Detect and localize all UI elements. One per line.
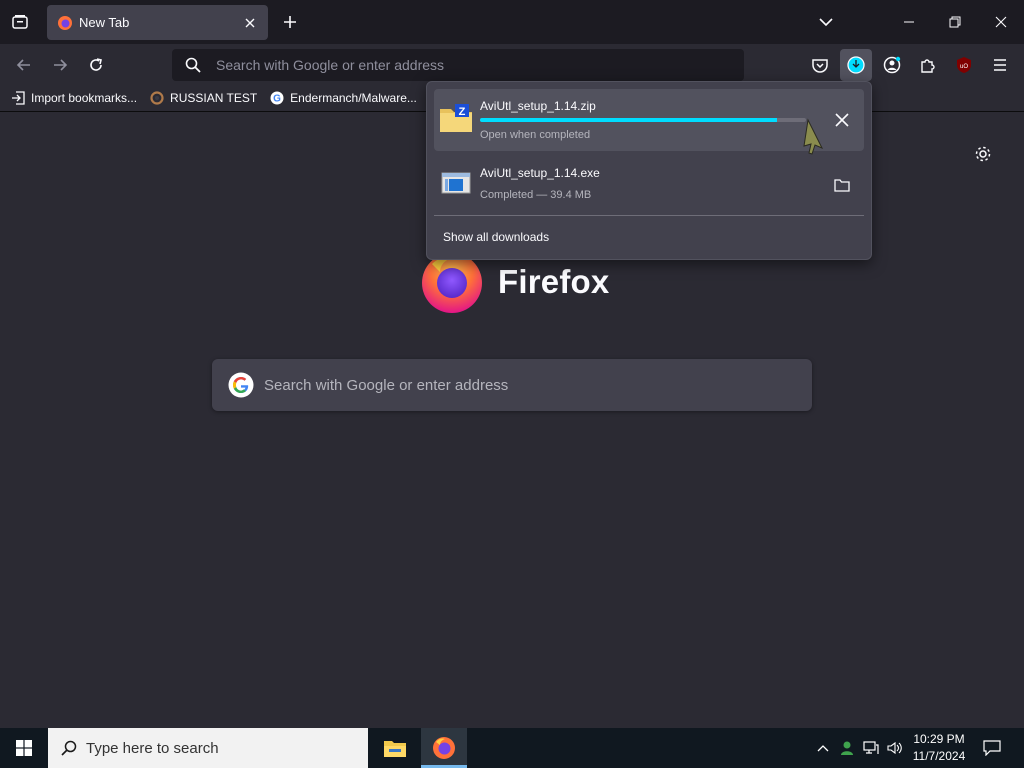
site-icon [149,90,165,106]
firefox-icon [433,737,455,759]
downloads-button[interactable] [840,49,872,81]
tray-people-button[interactable] [836,728,858,768]
reload-button[interactable] [81,50,111,80]
divider [434,215,864,216]
download-status: Open when completed [480,129,591,141]
account-icon [883,56,901,74]
firefox-wordmark: Firefox [498,263,610,300]
bookmark-label: RUSSIAN TEST [170,90,258,105]
puzzle-icon [921,59,935,73]
taskbar-clock[interactable]: 10:29 PM 11/7/2024 [908,731,970,765]
close-icon [835,113,849,127]
show-in-folder-button[interactable] [828,171,856,199]
tab-new-tab[interactable]: New Tab [47,5,268,40]
download-progress-bar [480,118,806,122]
back-button[interactable] [9,50,39,80]
bookmark-label: Import bookmarks... [31,90,138,105]
app-menu-button[interactable] [984,49,1016,81]
minimize-icon [904,21,914,23]
google-icon [228,372,254,398]
search-icon [61,740,77,756]
svg-text:G: G [273,93,281,104]
firefox-view-icon [12,15,28,29]
windows-logo-icon [16,740,32,756]
speaker-icon [887,741,902,755]
notification-icon [983,740,1001,756]
close-window-button[interactable] [978,0,1024,44]
new-tab-button[interactable] [276,8,304,36]
svg-text:uO: uO [960,64,968,70]
downloads-panel: Z AviUtl_setup_1.14.zip Open when comple… [426,81,872,260]
taskbar-search-box[interactable] [48,728,368,768]
address-bar[interactable] [172,49,744,81]
firefox-view-button[interactable] [6,8,34,36]
notifications-button[interactable] [978,728,1006,768]
bookmark-russian-test[interactable]: RUSSIAN TEST [149,90,257,106]
firefox-taskbar-button[interactable] [421,728,467,768]
zip-archive-icon: Z [440,104,472,132]
folder-icon [834,179,850,192]
reload-icon [90,58,102,71]
gear-icon [975,146,991,162]
user-agent-icon [841,741,853,755]
network-icon [863,741,879,754]
download-filename: AviUtl_setup_1.14.exe [480,166,600,180]
close-icon [245,18,255,27]
newtab-search-box[interactable] [212,359,812,411]
clock-time: 10:29 PM [913,732,965,746]
search-icon [185,57,201,73]
newtab-search-input[interactable] [264,376,784,394]
download-status: Completed — 39.4 MB [480,189,592,201]
chevron-down-icon [819,18,833,27]
taskbar-search-input[interactable] [86,739,356,757]
download-item-exe[interactable]: AviUtl_setup_1.14.exe Completed — 39.4 M… [434,154,864,216]
file-explorer-taskbar-button[interactable] [372,728,418,768]
show-all-downloads-link[interactable]: Show all downloads [443,230,549,244]
installer-icon [441,172,471,194]
arrow-right-icon [54,59,68,71]
bookmark-label: Endermanch/Malware... [290,90,417,105]
arrow-left-icon [16,59,30,71]
minimize-button[interactable] [886,0,932,44]
customize-newtab-button[interactable] [970,141,996,167]
show-hidden-icons-button[interactable] [812,728,834,768]
close-icon [995,16,1007,28]
folder-icon [384,741,406,757]
plus-icon [284,16,296,28]
restore-button[interactable] [932,0,978,44]
cancel-download-button[interactable] [828,106,856,134]
volume-button[interactable] [884,728,906,768]
ublock-shield-icon: uO [957,57,971,73]
bookmark-endermanch[interactable]: G Endermanch/Malware... [269,90,417,106]
pocket-icon [812,59,828,73]
download-progress-fill [480,118,777,122]
tab-close-button[interactable] [238,11,262,35]
extensions-button[interactable] [912,49,944,81]
tab-strip: New Tab [0,0,1024,44]
start-button[interactable] [0,728,48,768]
windows-taskbar: 10:29 PM 11/7/2024 [0,728,1024,768]
firefox-favicon-icon [58,15,72,30]
svg-text:Z: Z [459,106,466,118]
bookmark-import[interactable]: Import bookmarks... [10,90,137,106]
pocket-button[interactable] [804,49,836,81]
google-icon: G [269,90,285,106]
address-input[interactable] [216,57,716,73]
list-all-tabs-button[interactable] [812,8,840,36]
restore-icon [949,16,961,28]
download-progress-icon [847,56,865,74]
chevron-up-icon [817,745,829,752]
cursor-icon [803,118,824,155]
download-filename: AviUtl_setup_1.14.zip [480,99,596,113]
forward-button[interactable] [45,50,75,80]
network-button[interactable] [860,728,882,768]
clock-date: 11/7/2024 [912,749,966,763]
import-icon [10,90,26,106]
ublock-origin-button[interactable]: uO [948,49,980,81]
hamburger-menu-icon [994,59,1006,71]
tab-title: New Tab [79,15,130,30]
account-button[interactable] [876,49,908,81]
